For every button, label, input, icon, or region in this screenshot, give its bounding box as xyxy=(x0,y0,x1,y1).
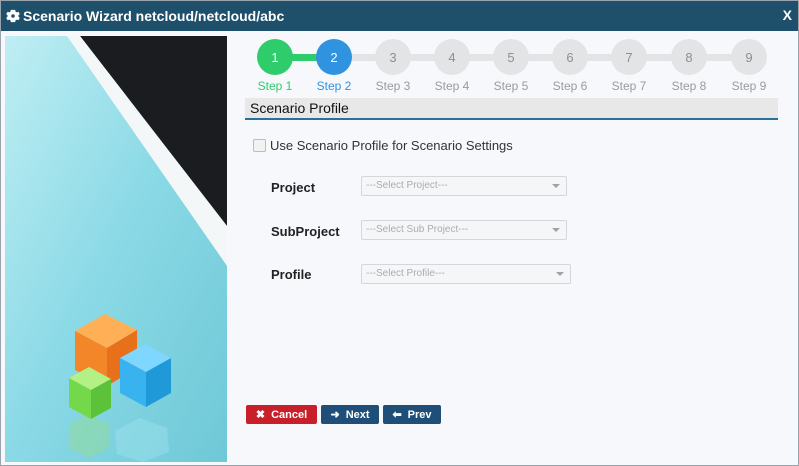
step-1[interactable]: 1 Step 1 xyxy=(245,39,305,93)
step-5[interactable]: 5 Step 5 xyxy=(481,39,541,93)
section-title: Scenario Profile xyxy=(245,98,778,120)
step-circle: 5 xyxy=(493,39,529,75)
cancel-button-label: Cancel xyxy=(271,408,308,421)
step-4[interactable]: 4 Step 4 xyxy=(422,39,482,93)
step-label: Step 4 xyxy=(434,79,470,93)
step-label: Step 6 xyxy=(552,79,588,93)
wizard-stepper: 1 Step 1 2 Step 2 3 Step 3 4 Step 4 5 St… xyxy=(245,39,775,97)
wizard-illustration xyxy=(5,36,227,462)
step-circle: 1 xyxy=(257,39,293,75)
next-button[interactable]: ➜ Next xyxy=(321,405,379,424)
subproject-label: SubProject xyxy=(271,224,340,239)
subproject-select-value: ---Select Sub Project--- xyxy=(366,224,469,235)
use-profile-checkbox[interactable] xyxy=(253,139,266,152)
arrow-right-icon: ➜ xyxy=(330,409,340,421)
gear-icon xyxy=(6,9,20,23)
step-label: Step 5 xyxy=(493,79,529,93)
chevron-down-icon xyxy=(556,272,564,276)
use-profile-label: Use Scenario Profile for Scenario Settin… xyxy=(270,138,513,153)
step-2[interactable]: 2 Step 2 xyxy=(304,39,364,93)
step-label: Step 8 xyxy=(671,79,707,93)
title-bar: Scenario Wizard netcloud/netcloud/abc X xyxy=(1,1,798,31)
step-circle: 4 xyxy=(434,39,470,75)
step-9[interactable]: 9 Step 9 xyxy=(719,39,779,93)
close-button[interactable]: X xyxy=(783,7,792,23)
next-button-label: Next xyxy=(345,408,370,421)
prev-button-label: Prev xyxy=(407,408,432,421)
arrow-left-icon: ⬅ xyxy=(392,409,402,421)
step-circle: 9 xyxy=(731,39,767,75)
step-circle: 7 xyxy=(611,39,647,75)
chevron-down-icon xyxy=(552,228,560,232)
scenario-wizard-dialog: Scenario Wizard netcloud/netcloud/abc X xyxy=(0,0,799,466)
profile-select[interactable]: ---Select Profile--- xyxy=(361,264,571,284)
step-circle: 6 xyxy=(552,39,588,75)
step-8[interactable]: 8 Step 8 xyxy=(659,39,719,93)
project-select-value: ---Select Project--- xyxy=(366,180,448,191)
profile-select-value: ---Select Profile--- xyxy=(366,268,445,279)
step-label: Step 1 xyxy=(257,79,293,93)
step-7[interactable]: 7 Step 7 xyxy=(599,39,659,93)
close-icon: ✖ xyxy=(255,409,266,421)
step-label: Step 9 xyxy=(731,79,767,93)
cubes-illustration-icon xyxy=(5,36,227,462)
profile-label: Profile xyxy=(271,267,312,282)
use-profile-option[interactable]: Use Scenario Profile for Scenario Settin… xyxy=(253,138,513,153)
step-label: Step 3 xyxy=(375,79,411,93)
step-label: Step 7 xyxy=(611,79,647,93)
step-label: Step 2 xyxy=(316,79,352,93)
step-circle: 3 xyxy=(375,39,411,75)
cancel-button[interactable]: ✖ Cancel xyxy=(246,405,317,424)
subproject-select[interactable]: ---Select Sub Project--- xyxy=(361,220,567,240)
window-title: Scenario Wizard netcloud/netcloud/abc xyxy=(23,8,285,24)
step-6[interactable]: 6 Step 6 xyxy=(540,39,600,93)
prev-button[interactable]: ⬅ Prev xyxy=(383,405,441,424)
project-label: Project xyxy=(271,180,316,195)
step-3[interactable]: 3 Step 3 xyxy=(363,39,423,93)
chevron-down-icon xyxy=(552,184,560,188)
step-circle: 2 xyxy=(316,39,352,75)
project-select[interactable]: ---Select Project--- xyxy=(361,176,567,196)
step-circle: 8 xyxy=(671,39,707,75)
